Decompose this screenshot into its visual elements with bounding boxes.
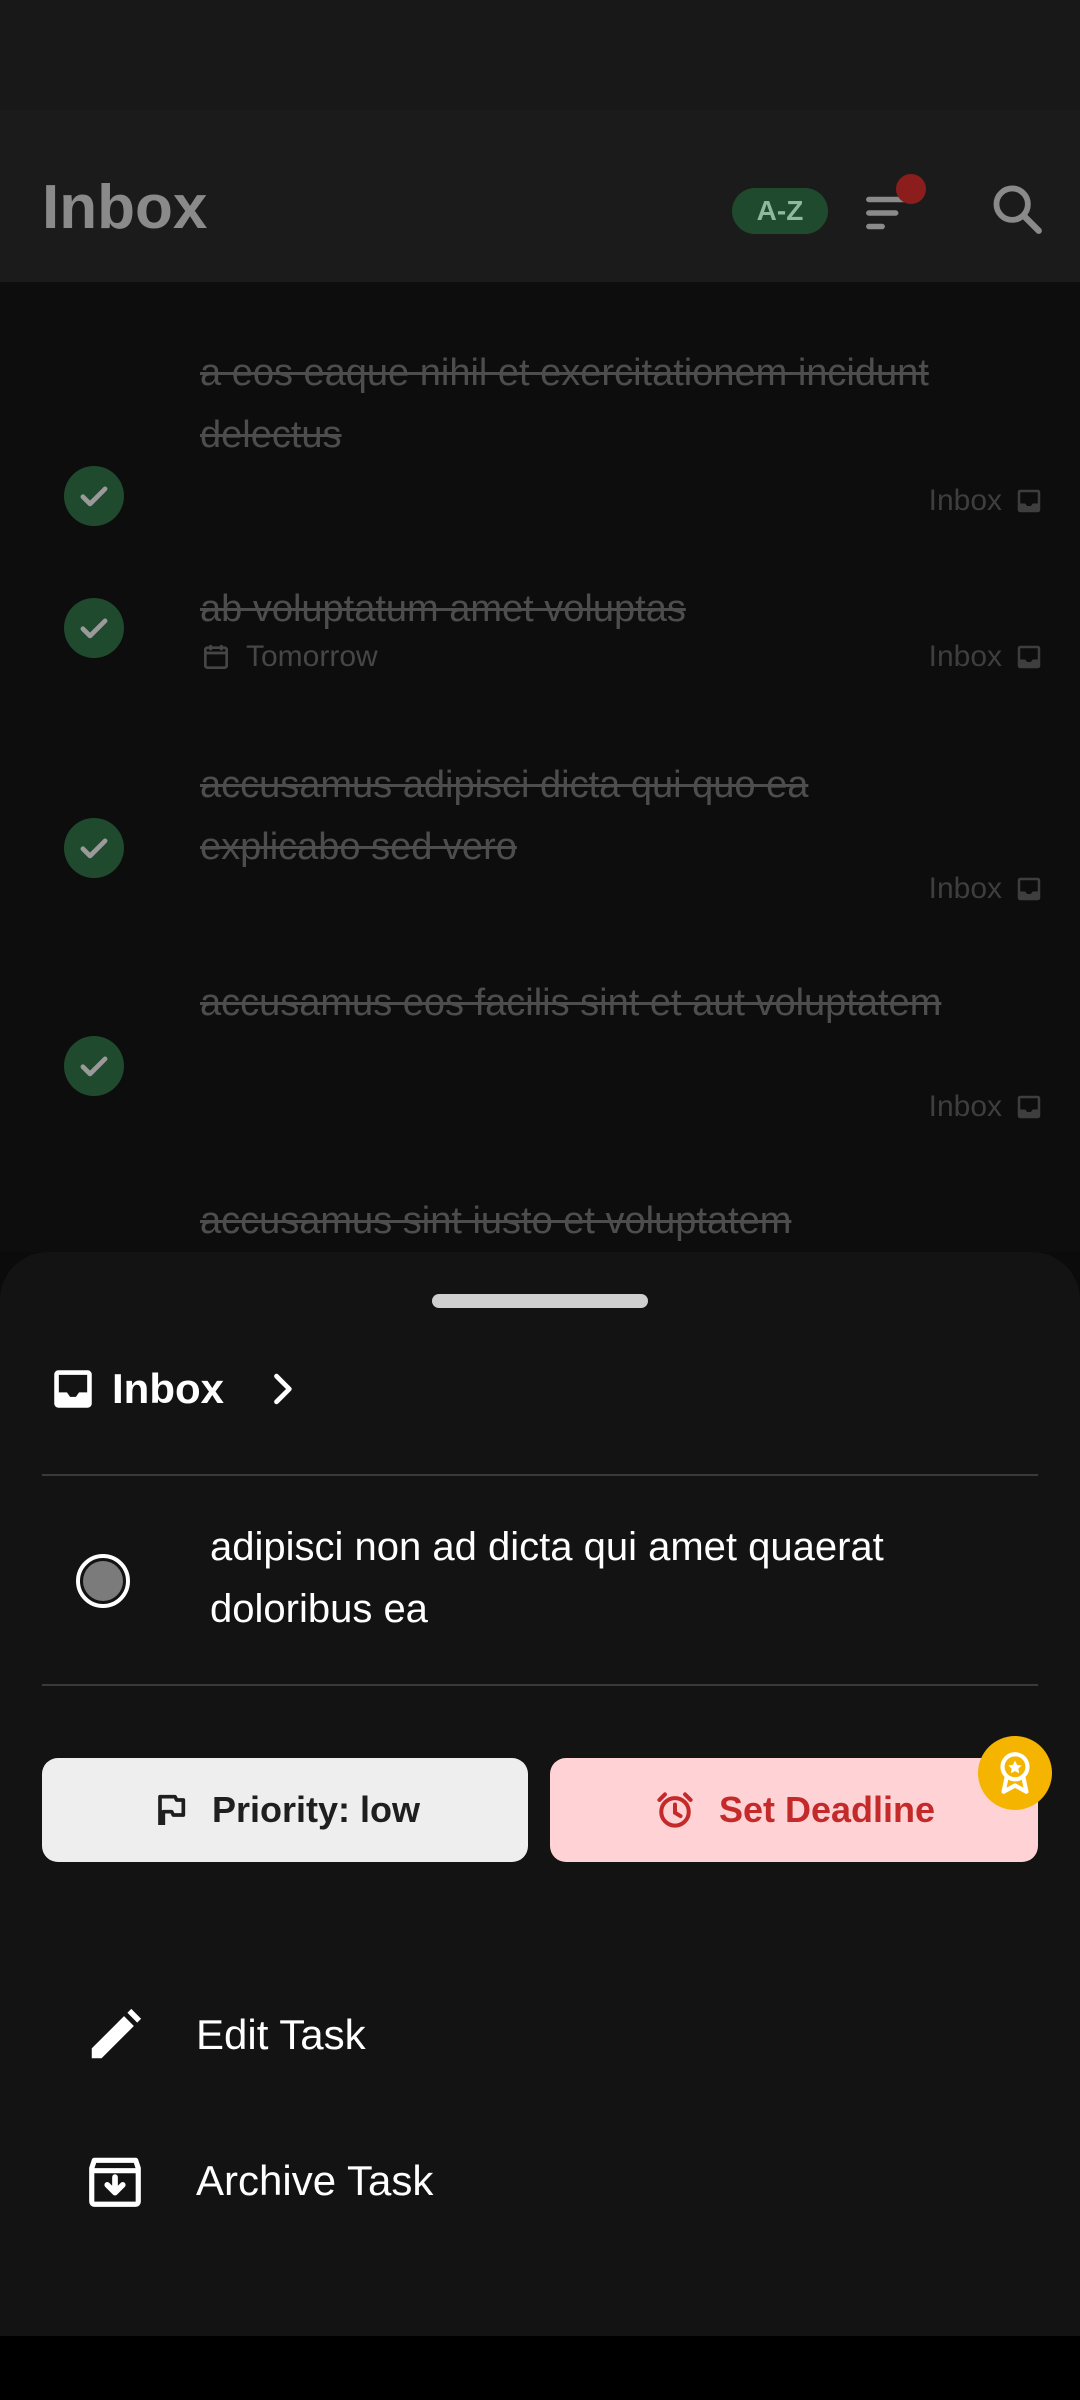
inbox-icon (1017, 877, 1041, 901)
task-project: Inbox (929, 640, 1044, 674)
task-project-label: Inbox (928, 1090, 1002, 1123)
task-list: a eos eaque nihil et exercitationem inci… (0, 282, 1080, 1252)
task-title: ab voluptatum amet voluptas (200, 588, 686, 630)
task-bottom-sheet: Inbox adipisci non ad dicta qui amet qua… (0, 1252, 1080, 2336)
inbox-icon (54, 1370, 92, 1408)
status-bar (0, 0, 1080, 110)
task-title: a eos eaque nihil et exercitationem inci… (200, 352, 929, 456)
pencil-icon (91, 2008, 142, 2059)
alarm-icon (657, 1792, 693, 1828)
archive-icon (89, 2157, 141, 2207)
task-project: Inbox (929, 484, 1044, 518)
task-project-label: Inbox (928, 640, 1002, 673)
inbox-icon (1017, 1095, 1041, 1119)
notification-dot (896, 174, 926, 204)
project-name: Inbox (112, 1365, 224, 1412)
task-title: accusamus eos facilis sint et aut volupt… (200, 982, 942, 1024)
task-project: Inbox (929, 1090, 1044, 1124)
page-title: Inbox (42, 173, 208, 242)
edit-task-label: Edit Task (196, 2011, 366, 2058)
set-deadline-button[interactable]: Set Deadline (550, 1758, 1038, 1862)
chevron-right-icon (274, 1373, 292, 1405)
archive-task-action[interactable]: Archive Task (84, 2150, 433, 2212)
archive-task-label: Archive Task (196, 2157, 434, 2204)
task-project-label: Inbox (928, 872, 1002, 905)
deadline-label: Set Deadline (718, 1789, 936, 1830)
task-project: Inbox (929, 872, 1044, 906)
completed-check-icon[interactable] (64, 466, 124, 526)
task-date: Tomorrow (200, 640, 378, 674)
task-project-label: Inbox (928, 484, 1002, 517)
completed-check-icon[interactable] (64, 598, 124, 658)
search-icon[interactable] (988, 180, 1046, 238)
task-title: accusamus sint iusto et voluptatem (200, 1200, 792, 1242)
task-complete-radio[interactable] (76, 1554, 130, 1608)
divider (42, 1474, 1038, 1476)
inbox-icon (1017, 645, 1041, 669)
system-nav-bar (0, 2336, 1080, 2400)
sheet-task-title: adipisci non ad dicta qui amet quaerat d… (210, 1525, 884, 1631)
flag-icon (158, 1794, 186, 1825)
drag-handle[interactable] (432, 1294, 648, 1308)
task-title: accusamus adipisci dicta qui quo ea expl… (200, 764, 809, 868)
inbox-icon (1017, 489, 1041, 513)
sort-az-badge[interactable]: A-Z (732, 188, 828, 234)
priority-label: Priority: low (211, 1789, 421, 1830)
premium-award-icon[interactable] (978, 1736, 1052, 1810)
task-date-label: Tomorrow (246, 640, 378, 673)
completed-check-icon[interactable] (64, 1036, 124, 1096)
app-bar: Inbox A-Z (0, 110, 1080, 282)
completed-check-icon[interactable] (64, 818, 124, 878)
priority-button[interactable]: Priority: low (42, 1758, 528, 1862)
project-breadcrumb[interactable]: Inbox (48, 1364, 304, 1414)
edit-task-action[interactable]: Edit Task (84, 2004, 366, 2066)
divider (42, 1684, 1038, 1686)
calendar-icon (204, 645, 228, 669)
